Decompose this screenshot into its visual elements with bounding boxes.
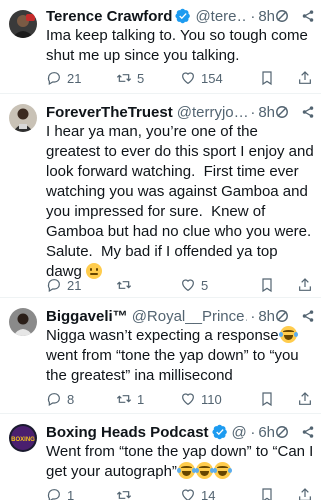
- bookmark-button[interactable]: [259, 277, 275, 293]
- upload-share-icon: [299, 488, 311, 500]
- tweet-text-line1: Nigga wasn’t expecting a response: [46, 327, 279, 344]
- retweet-icon: [116, 281, 132, 289]
- like-button[interactable]: 5: [180, 277, 246, 293]
- bookmark-icon: [262, 488, 272, 500]
- tweet-text: Went from “tone the yap down” to “Can I …: [46, 442, 315, 482]
- handle[interactable]: @Royal__Prince…: [132, 308, 248, 325]
- tweet-terence-crawford[interactable]: Terence Crawford @tere… · 8h Ima keep ta…: [0, 0, 321, 94]
- share-button[interactable]: [297, 487, 313, 500]
- tweet-text: I hear ya man, you’re one of the greates…: [46, 122, 315, 282]
- reply-count: 21: [67, 70, 82, 86]
- avatar[interactable]: [9, 104, 37, 132]
- avatar[interactable]: BOXING: [9, 424, 37, 452]
- bookmark-icon: [262, 71, 272, 86]
- reply-button[interactable]: 8: [46, 391, 116, 407]
- tweet-text-line2: went from “tone the yap down” to “you th…: [46, 347, 303, 384]
- share-icon[interactable]: [301, 105, 315, 119]
- separator-dot: ·: [250, 103, 256, 121]
- timestamp[interactable]: 6h: [258, 424, 275, 441]
- retweet-button[interactable]: 1: [116, 391, 180, 407]
- like-count: 14: [201, 487, 216, 500]
- retweet-button[interactable]: [116, 277, 180, 293]
- verified-badge-icon: [211, 424, 227, 440]
- reply-icon: [47, 393, 60, 407]
- share-icon[interactable]: [301, 309, 315, 323]
- tweet-forevertheturest[interactable]: ForeverTheTruest @terryjo… · 8h I hear y…: [0, 94, 321, 298]
- reply-icon: [47, 72, 60, 86]
- tweet-boxing-heads-podcast[interactable]: BOXING Boxing Heads Podcast @… · 6h Went…: [0, 414, 321, 500]
- tweet-biggaveli[interactable]: Biggaveli™ @Royal__Prince… · 8h Nigga wa…: [0, 298, 321, 414]
- separator-dot: ·: [250, 307, 256, 325]
- bookmark-button[interactable]: [259, 487, 275, 500]
- grok-icon[interactable]: [275, 309, 289, 323]
- reply-icon: [47, 279, 60, 293]
- grok-icon[interactable]: [275, 9, 289, 23]
- like-button[interactable]: 14: [180, 487, 246, 500]
- retweet-icon: [116, 395, 132, 403]
- share-button[interactable]: [297, 391, 313, 407]
- upload-share-icon: [299, 71, 311, 84]
- reply-icon: [47, 489, 60, 500]
- verified-badge-icon: [175, 8, 191, 24]
- reply-count: 21: [67, 277, 82, 293]
- reply-feed: Terence Crawford @tere… · 8h Ima keep ta…: [0, 0, 321, 500]
- retweet-icon: [116, 491, 132, 499]
- timestamp[interactable]: 8h: [258, 8, 275, 25]
- retweet-count: 1: [137, 391, 145, 407]
- separator-dot: ·: [250, 7, 256, 25]
- share-button[interactable]: [297, 70, 313, 86]
- share-icon[interactable]: [301, 9, 315, 23]
- display-name[interactable]: Biggaveli™: [46, 308, 128, 325]
- reply-count: 1: [67, 487, 75, 500]
- timestamp[interactable]: 8h: [258, 308, 275, 325]
- bookmark-button[interactable]: [259, 70, 275, 86]
- like-count: 110: [201, 391, 222, 407]
- like-count: 5: [201, 277, 209, 293]
- reply-button[interactable]: 1: [46, 487, 116, 500]
- like-button[interactable]: 110: [180, 391, 246, 407]
- avatar[interactable]: [9, 10, 37, 38]
- tweet-text-body: I hear ya man, you’re one of the greates…: [46, 123, 320, 280]
- heart-icon: [182, 279, 194, 292]
- reply-button[interactable]: 21: [46, 70, 116, 86]
- grok-icon[interactable]: [275, 105, 289, 119]
- bookmark-icon: [262, 278, 272, 293]
- tweet-text: Nigga wasn’t expecting a response went f…: [46, 326, 315, 386]
- tweet-text: Ima keep talking to. You so tough come s…: [46, 27, 313, 64]
- share-button[interactable]: [297, 277, 313, 293]
- share-icon[interactable]: [301, 425, 315, 439]
- tears-of-joy-emoji-icon: [212, 462, 232, 479]
- upload-share-icon: [299, 392, 311, 405]
- display-name[interactable]: Boxing Heads Podcast: [46, 424, 209, 441]
- retweet-button[interactable]: 5: [116, 70, 180, 86]
- tears-of-joy-emoji-icon: [278, 326, 298, 343]
- retweet-count: 5: [137, 70, 145, 86]
- display-name[interactable]: Terence Crawford: [46, 8, 172, 25]
- like-button[interactable]: 154: [180, 70, 246, 86]
- bookmark-icon: [262, 392, 272, 407]
- reply-button[interactable]: 21: [46, 277, 116, 293]
- timestamp[interactable]: 8h: [258, 104, 275, 121]
- heart-icon: [182, 489, 194, 500]
- bookmark-button[interactable]: [259, 391, 275, 407]
- avatar-logo-text: BOXING: [11, 437, 35, 443]
- display-name[interactable]: ForeverTheTruest: [46, 104, 173, 121]
- retweet-button[interactable]: [116, 487, 180, 500]
- reply-count: 8: [67, 391, 75, 407]
- retweet-icon: [116, 74, 132, 82]
- tears-of-joy-emoji-icon: [176, 462, 196, 479]
- handle[interactable]: @terryjo…: [177, 104, 248, 121]
- tears-of-joy-emoji-icon: [194, 462, 214, 479]
- heart-icon: [182, 72, 194, 85]
- heart-icon: [182, 393, 194, 406]
- grok-icon[interactable]: [275, 425, 289, 439]
- separator-dot: ·: [250, 423, 256, 441]
- handle[interactable]: @tere…: [195, 8, 247, 25]
- handle[interactable]: @…: [232, 424, 248, 441]
- like-count: 154: [201, 70, 223, 86]
- avatar[interactable]: [9, 308, 37, 336]
- upload-share-icon: [299, 278, 311, 291]
